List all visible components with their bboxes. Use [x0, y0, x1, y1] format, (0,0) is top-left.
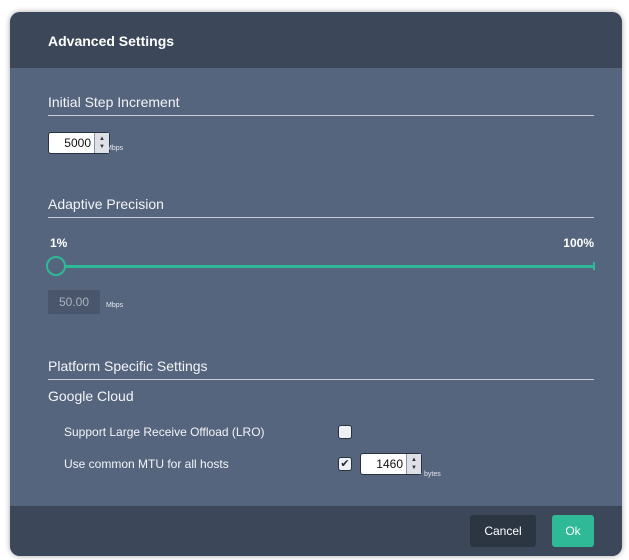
cancel-button[interactable]: Cancel — [470, 515, 536, 547]
section-divider — [48, 379, 594, 380]
lro-checkbox[interactable] — [338, 425, 352, 439]
slider-track[interactable] — [50, 265, 594, 268]
dialog-footer: Cancel Ok — [10, 506, 622, 556]
mtu-stepper[interactable]: ▲ ▼ — [406, 454, 421, 474]
chevron-down-icon[interactable]: ▼ — [99, 143, 105, 151]
section-divider — [48, 115, 594, 116]
step-increment-spinner: ▲ ▼ — [48, 132, 110, 154]
adaptive-precision-title: Adaptive Precision — [48, 196, 164, 212]
slider-max-label: 100% — [563, 236, 594, 250]
mtu-unit: bytes — [424, 471, 441, 478]
ok-button[interactable]: Ok — [552, 515, 594, 547]
chevron-down-icon[interactable]: ▼ — [411, 464, 417, 472]
dialog-title: Advanced Settings — [48, 33, 175, 49]
checkmark-icon: ✔ — [340, 457, 350, 470]
precision-unit: Mbps — [106, 302, 124, 309]
mtu-input[interactable] — [361, 454, 406, 474]
chevron-up-icon[interactable]: ▲ — [99, 135, 105, 143]
precision-value: 50.00 — [48, 290, 100, 314]
slider-min-label: 1% — [50, 236, 68, 250]
provider-title: Google Cloud — [48, 388, 134, 404]
mtu-checkbox[interactable]: ✔ — [338, 457, 352, 471]
step-increment-input[interactable] — [49, 133, 94, 153]
step-increment-unit: Mbps — [106, 145, 124, 152]
mtu-spinner: ▲ ▼ — [360, 453, 422, 475]
step-increment-title: Initial Step Increment — [48, 94, 180, 110]
lro-label: Support Large Receive Offload (LRO) — [64, 425, 265, 439]
platform-settings-title: Platform Specific Settings — [48, 358, 208, 374]
advanced-settings-dialog: Advanced Settings Initial Step Increment… — [10, 12, 622, 556]
dialog-header: Advanced Settings — [10, 12, 622, 68]
chevron-up-icon[interactable]: ▲ — [411, 456, 417, 464]
slider-handle[interactable] — [46, 256, 66, 276]
section-divider — [48, 217, 594, 218]
dialog-body: Initial Step Increment ▲ ▼ Mbps Adaptive… — [10, 68, 622, 506]
slider-end-tick — [593, 262, 595, 270]
mtu-label: Use common MTU for all hosts — [64, 457, 229, 471]
